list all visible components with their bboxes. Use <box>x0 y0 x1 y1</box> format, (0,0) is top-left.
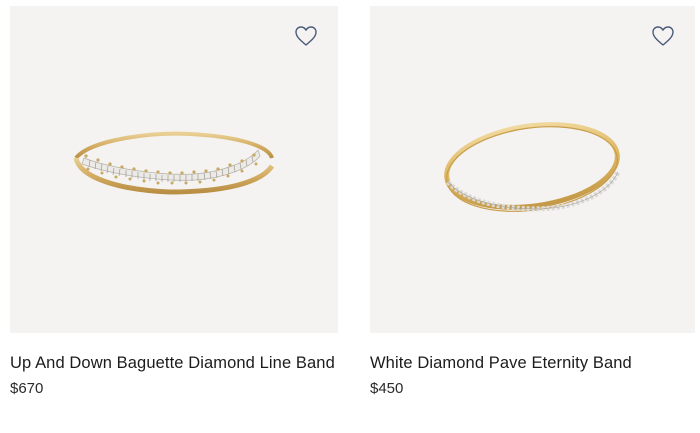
product-title[interactable]: White Diamond Pave Eternity Band <box>370 350 695 376</box>
product-title[interactable]: Up And Down Baguette Diamond Line Band <box>10 350 338 376</box>
product-price: $670 <box>10 380 44 397</box>
product-price: $450 <box>370 380 404 397</box>
heart-outline-icon[interactable] <box>651 25 675 47</box>
product-card[interactable]: White Diamond Pave Eternity Band $450 <box>370 6 695 399</box>
product-image[interactable] <box>10 6 338 333</box>
product-grid: Up And Down Baguette Diamond Line Band $… <box>0 0 700 433</box>
pave-eternity-ring-image <box>444 122 621 212</box>
product-card[interactable]: Up And Down Baguette Diamond Line Band $… <box>10 6 338 399</box>
heart-outline-icon[interactable] <box>294 25 318 47</box>
baguette-diamond-ring-image <box>73 131 275 195</box>
product-image[interactable] <box>370 6 695 333</box>
